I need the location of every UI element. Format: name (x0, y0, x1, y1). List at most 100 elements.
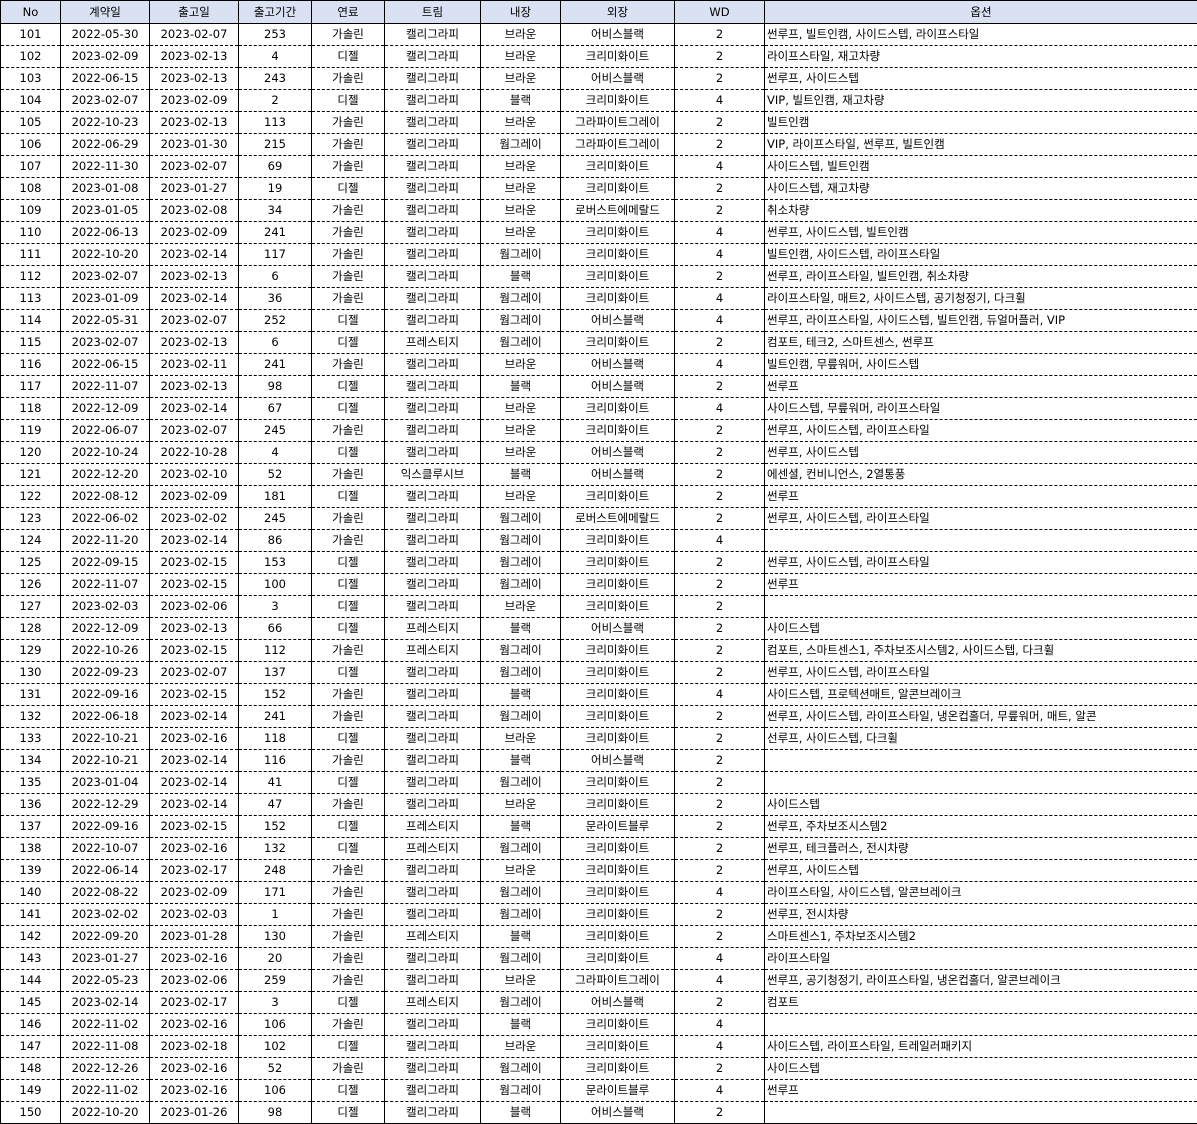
cell-fuel[interactable]: 디젤 (311, 485, 385, 508)
cell-contract-date[interactable]: 2022-11-02 (60, 1079, 150, 1102)
header-trim[interactable]: 트림 (384, 0, 481, 24)
cell-release-date[interactable]: 2023-02-14 (149, 793, 239, 816)
cell-exterior[interactable]: 어비스블랙 (560, 375, 675, 398)
cell-release-period[interactable]: 6 (238, 265, 312, 288)
cell-contract-date[interactable]: 2022-12-09 (60, 397, 150, 420)
cell-trim[interactable]: 익스클루시브 (384, 463, 481, 486)
cell-exterior[interactable]: 크리미화이트 (560, 1035, 675, 1058)
cell-fuel[interactable]: 가솔린 (311, 221, 385, 244)
cell-contract-date[interactable]: 2022-10-20 (60, 243, 150, 266)
cell-fuel[interactable]: 디젤 (311, 573, 385, 596)
cell-trim[interactable]: 캘리그라피 (384, 1057, 481, 1080)
cell-contract-date[interactable]: 2022-09-16 (60, 683, 150, 706)
cell-no[interactable]: 120 (0, 441, 61, 464)
cell-exterior[interactable]: 어비스블랙 (560, 23, 675, 46)
cell-contract-date[interactable]: 2022-12-20 (60, 463, 150, 486)
cell-release-period[interactable]: 52 (238, 463, 312, 486)
cell-release-period[interactable]: 137 (238, 661, 312, 684)
cell-options[interactable] (764, 595, 1197, 618)
cell-contract-date[interactable]: 2022-11-08 (60, 1035, 150, 1058)
cell-interior[interactable]: 브라운 (480, 221, 561, 244)
cell-options[interactable]: 썬루프 (764, 1079, 1197, 1102)
cell-release-date[interactable]: 2023-02-07 (149, 309, 239, 332)
cell-fuel[interactable]: 가솔린 (311, 419, 385, 442)
cell-options[interactable] (764, 529, 1197, 552)
cell-release-period[interactable]: 67 (238, 397, 312, 420)
cell-release-date[interactable]: 2023-02-15 (149, 573, 239, 596)
cell-release-period[interactable]: 248 (238, 859, 312, 882)
cell-release-period[interactable]: 152 (238, 683, 312, 706)
cell-trim[interactable]: 캘리그라피 (384, 1013, 481, 1036)
cell-release-period[interactable]: 2 (238, 89, 312, 112)
cell-options[interactable]: 썬루프, 빌트인캠, 사이드스텝, 라이프스타일 (764, 23, 1197, 46)
cell-fuel[interactable]: 가솔린 (311, 287, 385, 310)
cell-release-period[interactable]: 98 (238, 1101, 312, 1124)
cell-wd[interactable]: 2 (674, 419, 765, 442)
cell-interior[interactable]: 블랙 (480, 683, 561, 706)
cell-contract-date[interactable]: 2023-02-14 (60, 991, 150, 1014)
cell-release-date[interactable]: 2023-02-09 (149, 881, 239, 904)
cell-no[interactable]: 148 (0, 1057, 61, 1080)
cell-exterior[interactable]: 그라파이트그레이 (560, 969, 675, 992)
header-exterior[interactable]: 외장 (560, 0, 675, 24)
cell-trim[interactable]: 캘리그라피 (384, 1101, 481, 1124)
cell-fuel[interactable]: 디젤 (311, 45, 385, 68)
cell-contract-date[interactable]: 2022-11-20 (60, 529, 150, 552)
cell-no[interactable]: 133 (0, 727, 61, 750)
cell-wd[interactable]: 2 (674, 595, 765, 618)
cell-release-date[interactable]: 2023-02-02 (149, 507, 239, 530)
cell-fuel[interactable]: 가솔린 (311, 925, 385, 948)
cell-trim[interactable]: 캘리그라피 (384, 265, 481, 288)
cell-interior[interactable]: 블랙 (480, 1013, 561, 1036)
cell-no[interactable]: 108 (0, 177, 61, 200)
cell-trim[interactable]: 캘리그라피 (384, 67, 481, 90)
cell-contract-date[interactable]: 2023-02-02 (60, 903, 150, 926)
cell-options[interactable]: 사이드스텝, 프로텍션매트, 알콘브레이크 (764, 683, 1197, 706)
cell-exterior[interactable]: 크리미화이트 (560, 947, 675, 970)
cell-trim[interactable]: 캘리그라피 (384, 397, 481, 420)
cell-interior[interactable]: 웜그레이 (480, 1057, 561, 1080)
cell-contract-date[interactable]: 2022-11-02 (60, 1013, 150, 1036)
cell-no[interactable]: 146 (0, 1013, 61, 1036)
cell-wd[interactable]: 4 (674, 309, 765, 332)
cell-fuel[interactable]: 가솔린 (311, 243, 385, 266)
cell-interior[interactable]: 웜그레이 (480, 573, 561, 596)
cell-release-date[interactable]: 2023-02-18 (149, 1035, 239, 1058)
cell-fuel[interactable]: 가솔린 (311, 705, 385, 728)
cell-contract-date[interactable]: 2023-02-07 (60, 265, 150, 288)
cell-release-date[interactable]: 2023-02-11 (149, 353, 239, 376)
cell-interior[interactable]: 브라운 (480, 177, 561, 200)
cell-release-period[interactable]: 19 (238, 177, 312, 200)
cell-interior[interactable]: 브라운 (480, 111, 561, 134)
cell-options[interactable]: 빌트인캠, 무릎워머, 사이드스텝 (764, 353, 1197, 376)
cell-exterior[interactable]: 크리미화이트 (560, 903, 675, 926)
cell-no[interactable]: 110 (0, 221, 61, 244)
header-release-period[interactable]: 출고기간 (238, 0, 312, 24)
cell-trim[interactable]: 캘리그라피 (384, 89, 481, 112)
cell-fuel[interactable]: 가솔린 (311, 507, 385, 530)
cell-exterior[interactable]: 어비스블랙 (560, 463, 675, 486)
cell-release-period[interactable]: 241 (238, 353, 312, 376)
cell-wd[interactable]: 2 (674, 551, 765, 574)
cell-release-date[interactable]: 2023-02-15 (149, 639, 239, 662)
cell-release-period[interactable]: 118 (238, 727, 312, 750)
cell-contract-date[interactable]: 2022-08-12 (60, 485, 150, 508)
cell-release-period[interactable]: 47 (238, 793, 312, 816)
cell-fuel[interactable]: 가솔린 (311, 793, 385, 816)
cell-wd[interactable]: 4 (674, 287, 765, 310)
cell-release-date[interactable]: 2023-02-07 (149, 661, 239, 684)
cell-fuel[interactable]: 가솔린 (311, 353, 385, 376)
cell-no[interactable]: 144 (0, 969, 61, 992)
cell-interior[interactable]: 웜그레이 (480, 507, 561, 530)
cell-release-period[interactable]: 253 (238, 23, 312, 46)
cell-release-period[interactable]: 36 (238, 287, 312, 310)
cell-contract-date[interactable]: 2022-10-23 (60, 111, 150, 134)
cell-contract-date[interactable]: 2022-09-16 (60, 815, 150, 838)
cell-no[interactable]: 139 (0, 859, 61, 882)
cell-fuel[interactable]: 디젤 (311, 595, 385, 618)
cell-options[interactable]: 컴포트 (764, 991, 1197, 1014)
cell-options[interactable]: 썬루프, 사이드스텝, 라이프스타일 (764, 507, 1197, 530)
cell-release-period[interactable]: 52 (238, 1057, 312, 1080)
cell-release-period[interactable]: 132 (238, 837, 312, 860)
cell-wd[interactable]: 4 (674, 1079, 765, 1102)
